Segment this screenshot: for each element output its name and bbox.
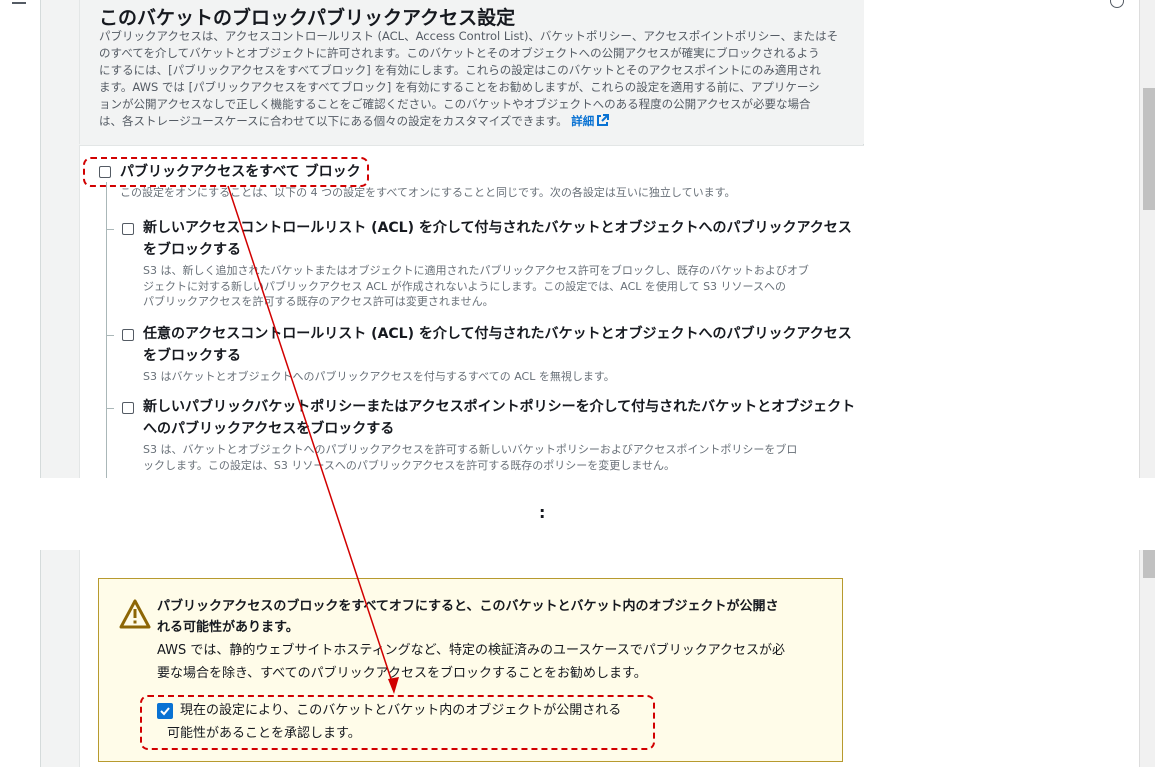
scrollbar-top[interactable] bbox=[1139, 0, 1155, 478]
right-column bbox=[863, 0, 1101, 478]
warning-title: パブリックアクセスのブロックをすべてオフにすると、このバケットとバケット内のオブ… bbox=[157, 596, 779, 638]
title-line: をブロックする bbox=[143, 242, 241, 258]
title-line: をブロックする bbox=[143, 348, 241, 364]
desc-line: ョンが公開アクセスなしで正しく機能することをご確認ください。このバケットやオブジ… bbox=[99, 97, 811, 111]
ack-line: 現在の設定により、このバケットとバケット内のオブジェクトが公開される bbox=[180, 703, 622, 718]
desc-line: パブリックアクセスは、アクセスコントロールリスト (ACL、Access Con… bbox=[99, 29, 839, 43]
title-line: れる可能性があります。 bbox=[157, 620, 299, 635]
desc-last-line: は、各ストレージユースケースに合わせて以下にある個々の設定をカスタマイズできます… bbox=[99, 113, 859, 130]
desc-line: ジェクトに対する新しいパブリックアクセス ACL が作成されないようにします。こ… bbox=[143, 279, 786, 293]
top-pane: このバケットのブロックパブリックアクセス設定 パブリックアクセスは、アクセスコン… bbox=[0, 0, 1155, 479]
scrollbar-bottom[interactable] bbox=[1139, 550, 1155, 767]
option-new-acl-checkbox[interactable] bbox=[122, 223, 134, 235]
acknowledge-checkbox[interactable] bbox=[157, 703, 173, 719]
option-new-policy-description: S3 は、バケットとオブジェクトへのパブリックアクセスを許可する新しいバケットポ… bbox=[143, 442, 797, 473]
tree-line bbox=[106, 182, 107, 478]
warning-icon bbox=[119, 599, 151, 629]
tree-branch bbox=[106, 408, 114, 409]
block-all-description: この設定をオンにすることは、以下の 4 つの設定をすべてオンにすることと同じです… bbox=[120, 186, 736, 199]
scrollbar-thumb-bottom[interactable] bbox=[1143, 550, 1155, 578]
hamburger-menu-icon[interactable] bbox=[12, 0, 28, 6]
section-description: パブリックアクセスは、アクセスコントロールリスト (ACL、Access Con… bbox=[99, 28, 859, 130]
option-new-acl-description: S3 は、新しく追加されたバケットまたはオブジェクトに適用されたパブリックアクセ… bbox=[143, 263, 809, 310]
external-link-icon bbox=[597, 114, 610, 126]
option-new-acl-title: 新しいアクセスコントロールリスト (ACL) を介して付与されたバケットとオブジ… bbox=[143, 217, 852, 261]
block-all-checkbox[interactable] bbox=[99, 166, 111, 178]
bottom-pane: パブリックアクセスのブロックをすべてオフにすると、このバケットとバケット内のオブ… bbox=[0, 550, 1155, 767]
title-line: へのパブリックアクセスをブロックする bbox=[143, 421, 395, 437]
ack-line: 可能性があることを承認します。 bbox=[167, 726, 361, 741]
option-any-acl-description: S3 はバケットとオブジェクトへのパブリックアクセスを付与するすべての ACL … bbox=[143, 369, 615, 385]
desc-line: S3 は、新しく追加されたバケットまたはオブジェクトに適用されたパブリックアクセ… bbox=[143, 264, 809, 277]
checkmark-icon bbox=[160, 707, 170, 716]
desc-line: のすべてを介してバケットとオブジェクトに許可されます。このバケットとそのオブジェ… bbox=[99, 46, 820, 60]
title-line: 新しいアクセスコントロールリスト (ACL) を介して付与されたバケットとオブジ… bbox=[143, 220, 852, 236]
option-new-policy-checkbox[interactable] bbox=[122, 402, 134, 414]
desc-line: ックします。この設定は、S3 リソースへのパブリックアクセスを許可する既存のポリ… bbox=[143, 458, 675, 472]
desc-line: ます。AWS では [パブリックアクセスをすべてブロック] を有効にすることをお… bbox=[99, 80, 820, 94]
option-any-acl-title: 任意のアクセスコントロールリスト (ACL) を介して付与されたバケットとオブジ… bbox=[143, 323, 852, 367]
section-header: このバケットのブロックパブリックアクセス設定 パブリックアクセスは、アクセスコン… bbox=[79, 0, 864, 144]
title-line: パブリックアクセスのブロックをすべてオフにすると、このバケットとバケット内のオブ… bbox=[157, 599, 779, 614]
desc-line: S3 はバケットとオブジェクトへのパブリックアクセスを付与するすべての ACL … bbox=[143, 370, 615, 383]
warning-text: AWS では、静的ウェブサイトホスティングなど、特定の検証済みのユースケースでパ… bbox=[157, 639, 785, 685]
details-link-label: 詳細 bbox=[571, 114, 595, 128]
title-line: 新しいパブリックバケットポリシーまたはアクセスポイントポリシーを介して付与された… bbox=[143, 399, 856, 415]
scrollbar-thumb-top[interactable] bbox=[1143, 88, 1155, 210]
option-any-acl-checkbox[interactable] bbox=[122, 329, 134, 341]
desc-line: パブリックアクセスを許可する既存のアクセス許可は変更されません。 bbox=[143, 295, 494, 308]
text-line: AWS では、静的ウェブサイトホスティングなど、特定の検証済みのユースケースでパ… bbox=[157, 643, 786, 658]
details-link[interactable]: 詳細 bbox=[571, 114, 610, 128]
desc-line: は、各ストレージユースケースに合わせて以下にある個々の設定をカスタマイズできます… bbox=[99, 114, 568, 128]
omission-marker: : bbox=[539, 503, 546, 522]
acknowledge-label: 現在の設定により、このバケットとバケット内のオブジェクトが公開される 可能性があ… bbox=[167, 699, 622, 745]
block-all-label: パブリックアクセスをすべて ブロック bbox=[120, 164, 361, 180]
desc-line: にするには、[パブリックアクセスをすべてブロック] を有効にします。これらの設定… bbox=[99, 63, 821, 77]
tree-branch bbox=[106, 335, 114, 336]
info-panel-icon[interactable] bbox=[1110, 0, 1124, 8]
section-title: このバケットのブロックパブリックアクセス設定 bbox=[99, 7, 516, 29]
tree-branch bbox=[106, 229, 114, 230]
title-line: 任意のアクセスコントロールリスト (ACL) を介して付与されたバケットとオブジ… bbox=[143, 326, 852, 342]
right-column bbox=[863, 550, 1101, 767]
option-new-policy-title: 新しいパブリックバケットポリシーまたはアクセスポイントポリシーを介して付与された… bbox=[143, 396, 855, 440]
text-line: 要な場合を除き、すべてのパブリックアクセスをブロックすることをお勧めします。 bbox=[157, 666, 647, 681]
desc-line: S3 は、バケットとオブジェクトへのパブリックアクセスを許可する新しいバケットポ… bbox=[143, 443, 798, 456]
separator-gap bbox=[0, 478, 1155, 550]
